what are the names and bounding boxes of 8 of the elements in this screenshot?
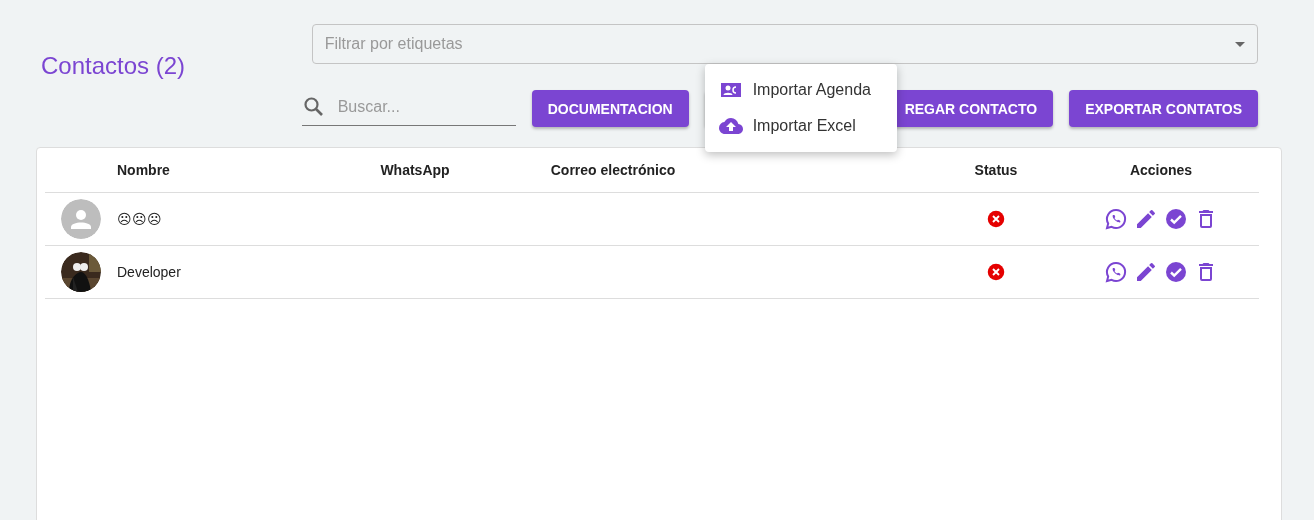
contact-name: ☹☹☹ — [117, 211, 162, 227]
column-header: Acciones — [1129, 162, 1193, 178]
page-title: Contactos (2) — [41, 52, 187, 81]
column-header: Correo electrónico — [550, 162, 676, 178]
column-header: WhatsApp — [380, 162, 450, 178]
column-header: Status — [974, 162, 1018, 178]
contact-name: Developer — [117, 264, 181, 280]
column-header: Nombre — [117, 162, 170, 178]
